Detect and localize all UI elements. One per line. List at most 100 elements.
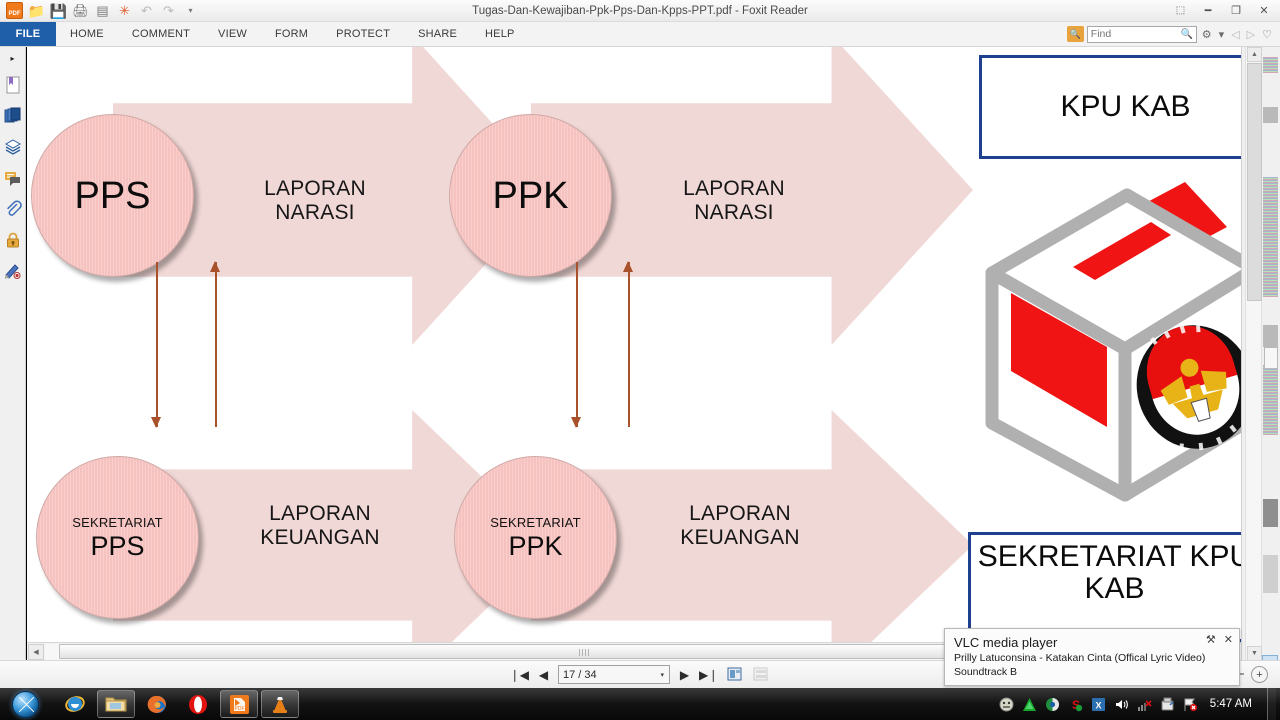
page-thumbnails-icon[interactable] [2, 105, 24, 127]
tab-view[interactable]: VIEW [204, 22, 261, 46]
foxit-logo-icon[interactable]: PDF [6, 2, 23, 19]
previous-view-icon[interactable]: ◁ [1229, 28, 1241, 41]
connector-pps-down [150, 262, 164, 428]
tray-removable-icon[interactable] [1160, 696, 1176, 712]
security-lock-icon[interactable] [2, 229, 24, 251]
vlc-notification-controls: ⚒ ✕ [1206, 633, 1233, 646]
taskbar-clock[interactable]: 5:47 AM [1206, 698, 1260, 710]
last-page-button[interactable]: ▶❘ [699, 665, 718, 685]
tray-action-center-icon[interactable] [1183, 696, 1199, 712]
left-navigation-panel: ▸ [0, 47, 26, 685]
redo-icon[interactable]: ↷ [160, 2, 177, 19]
document-viewport[interactable]: LAPORAN NARASI PPS LAPORAN NARASI PPK LA… [27, 47, 1241, 642]
tray-volume-icon[interactable] [1114, 696, 1130, 712]
tab-form[interactable]: FORM [261, 22, 322, 46]
zoom-in-button[interactable]: + [1251, 666, 1268, 683]
vlc-track-album: Soundtrack B [954, 665, 1018, 678]
scroll-up-arrow[interactable]: ▲ [1247, 47, 1262, 62]
tray-graphics-icon[interactable] [1045, 696, 1061, 712]
scroll-thumb[interactable] [1247, 63, 1262, 301]
vlc-notification[interactable]: ⚒ ✕ VLC media player Prilly Latuconsina … [944, 628, 1240, 686]
find-box[interactable]: 🔍 [1086, 25, 1197, 43]
layers-icon[interactable] [2, 136, 24, 158]
arrow-ppk-keuangan-label: LAPORAN KEUANGAN [615, 502, 865, 549]
tab-help[interactable]: HELP [471, 22, 529, 46]
tab-home[interactable]: HOME [56, 22, 118, 46]
new-icon[interactable]: ✳ [116, 2, 133, 19]
undo-icon[interactable]: ↶ [138, 2, 155, 19]
previous-page-button[interactable]: ◀ [536, 665, 551, 685]
tab-file[interactable]: FILE [0, 22, 56, 46]
taskbar-vlc[interactable] [261, 690, 299, 718]
box-sekretariat-kpu-kab: SEKRETARIAT KPU KAB [968, 532, 1241, 642]
taskbar-internet-explorer[interactable] [56, 690, 94, 718]
taskbar-foxit-reader[interactable]: PDF [220, 690, 258, 718]
settings-gear-icon[interactable]: ⚙ [1200, 28, 1214, 41]
tray-network-icon[interactable] [1137, 696, 1153, 712]
customize-caret-icon[interactable]: ▾ [182, 2, 199, 19]
fit-page-icon[interactable] [725, 666, 744, 684]
vlc-close-icon[interactable]: ✕ [1224, 633, 1233, 646]
panel-marker-1 [1263, 57, 1278, 73]
search-folder-icon[interactable]: 🔍 [1066, 26, 1084, 42]
node-pps-label: PPS [74, 174, 151, 217]
menu-bar: FILE HOME COMMENT VIEW FORM PROTECT SHAR… [0, 22, 1280, 47]
tray-app-icon[interactable] [999, 696, 1015, 712]
arrow-ppk-keuangan-line2: KEUANGAN [680, 525, 800, 549]
taskbar-file-explorer[interactable] [97, 690, 135, 718]
close-button[interactable]: ✕ [1250, 1, 1278, 21]
node-ppk-label: PPK [492, 174, 569, 217]
node-sekretariat-ppk-sub: SEKRETARIAT [490, 514, 581, 530]
arrow-pps-narasi-line2: NARASI [275, 200, 355, 224]
save-icon[interactable]: 💾 [50, 2, 67, 19]
first-page-button[interactable]: ❘◀ [510, 665, 529, 685]
search-input[interactable] [1090, 28, 1181, 40]
print-icon[interactable]: 🖨 [72, 2, 89, 19]
next-page-button[interactable]: ▶ [677, 665, 692, 685]
hscroll-left-arrow[interactable]: ◀ [28, 643, 44, 660]
panel-marker-6 [1263, 499, 1278, 527]
show-desktop-button[interactable] [1267, 688, 1276, 720]
minimize-button[interactable]: ━ [1194, 1, 1222, 21]
taskbar-opera[interactable] [179, 690, 217, 718]
taskbar-firefox[interactable] [138, 690, 176, 718]
windows-logo-icon [11, 690, 39, 718]
tray-updater-icon[interactable] [1022, 696, 1038, 712]
start-button[interactable] [3, 689, 47, 719]
panel-resize-handle[interactable] [1264, 347, 1278, 369]
settings-caret-icon[interactable]: ▾ [1217, 28, 1227, 41]
digital-signature-icon[interactable] [2, 260, 24, 282]
tray-office-icon[interactable]: X [1091, 696, 1107, 712]
quick-access-toolbar: PDF 📁 💾 🖨 ▤ ✳ ↶ ↷ ▾ [0, 2, 199, 19]
tab-protect[interactable]: PROTECT [322, 22, 404, 46]
connector-pps-up [209, 261, 223, 427]
bookmarks-icon[interactable] [2, 74, 24, 96]
vlc-notification-title: VLC media player [954, 635, 1058, 650]
favorite-icon[interactable]: ♡ [1260, 28, 1274, 41]
tab-share[interactable]: SHARE [404, 22, 471, 46]
comments-icon[interactable] [2, 167, 24, 189]
attachments-icon[interactable] [2, 198, 24, 220]
arrow-pps-narasi-label: LAPORAN NARASI [205, 177, 425, 224]
vlc-pin-icon[interactable]: ⚒ [1206, 633, 1216, 646]
expand-panel-icon[interactable]: ▸ [2, 51, 24, 65]
tray-antivirus-icon[interactable]: S [1068, 696, 1084, 712]
page-number-input[interactable]: 17 / 34 ▾ [558, 665, 670, 684]
connector-ppk-up [622, 261, 636, 427]
vlc-track-title: Prilly Latuconsina - Katakan Cinta (Offi… [954, 652, 1206, 664]
restore-ribbon-button[interactable]: ⬚ [1166, 1, 1194, 21]
vertical-scrollbar[interactable]: ▲ ▼ [1245, 47, 1262, 661]
open-icon[interactable]: 📁 [28, 2, 45, 19]
tab-comment[interactable]: COMMENT [118, 22, 204, 46]
properties-icon[interactable]: ▤ [94, 2, 111, 19]
maximize-button[interactable]: ❐ [1222, 1, 1250, 21]
node-sekretariat-ppk: SEKRETARIAT PPK [454, 456, 617, 619]
fit-width-icon[interactable] [751, 666, 770, 684]
page-dropdown-caret-icon[interactable]: ▾ [660, 671, 664, 679]
window-controls: ⬚ ━ ❐ ✕ [1166, 1, 1280, 21]
arrow-ppk-narasi-label: LAPORAN NARASI [624, 177, 844, 224]
pdf-page: LAPORAN NARASI PPS LAPORAN NARASI PPK LA… [31, 47, 1241, 642]
next-view-icon[interactable]: ▷ [1245, 28, 1257, 41]
arrow-ppk-narasi-line1: LAPORAN [683, 177, 785, 200]
node-sekretariat-ppk-label: PPK [508, 530, 563, 561]
